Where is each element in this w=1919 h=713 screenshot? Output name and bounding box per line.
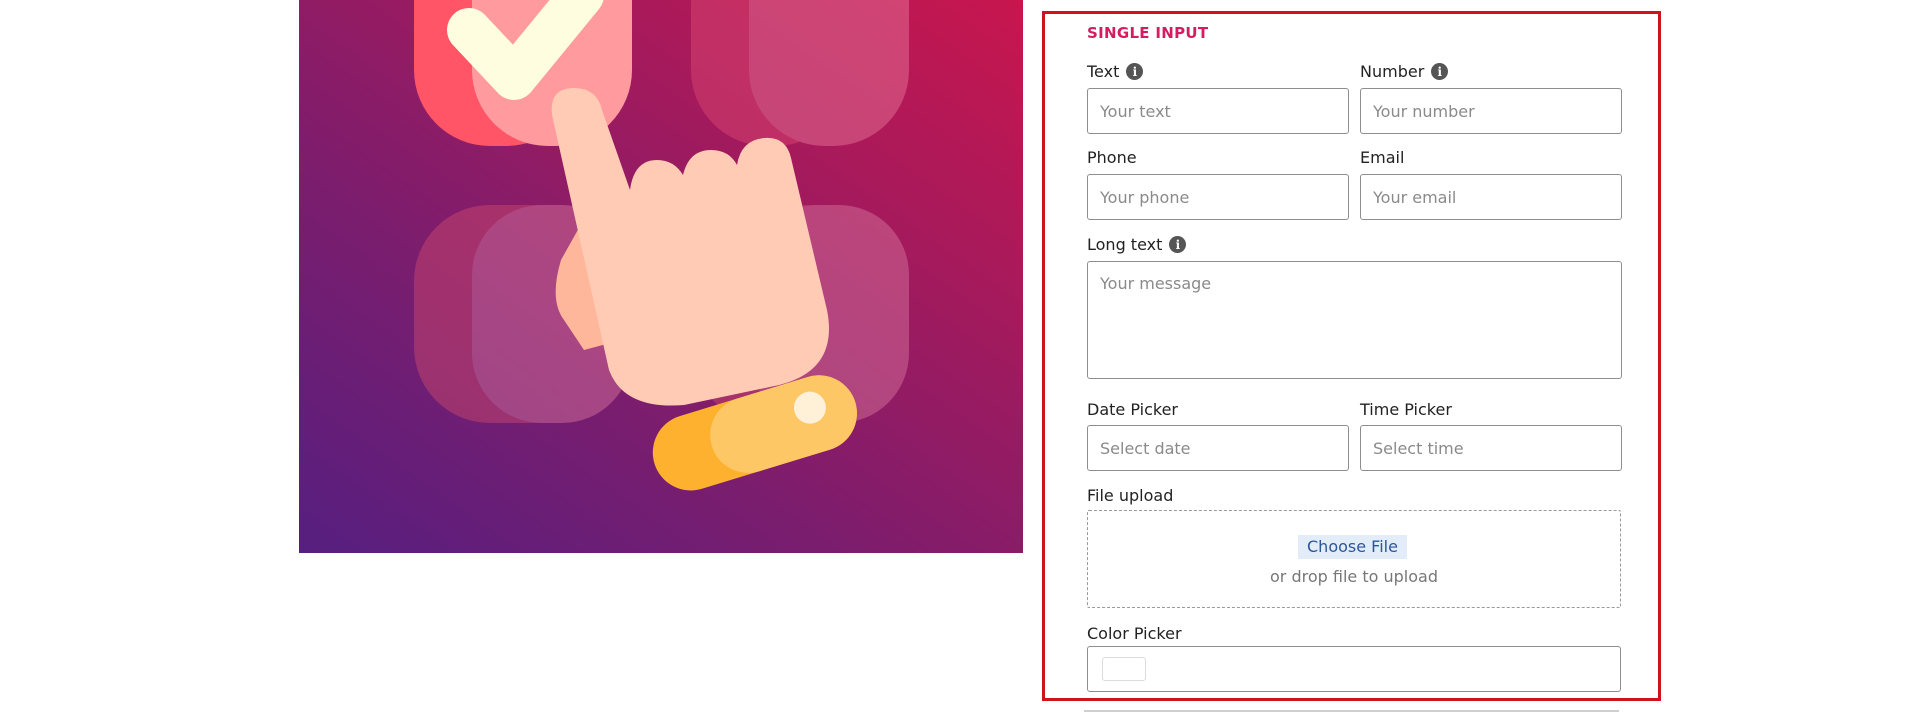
single-input-form: SINGLE INPUT Text i Number i Phone Email… bbox=[1042, 11, 1661, 701]
time-picker-label-text: Time Picker bbox=[1360, 400, 1452, 419]
hero-illustration bbox=[299, 0, 1023, 553]
next-field-edge bbox=[1084, 710, 1619, 712]
info-icon[interactable]: i bbox=[1169, 236, 1187, 253]
text-label: Text i bbox=[1087, 62, 1144, 81]
color-swatch[interactable] bbox=[1102, 657, 1146, 681]
text-label-text: Text bbox=[1087, 62, 1120, 81]
phone-label: Phone bbox=[1087, 148, 1137, 167]
number-label: Number i bbox=[1360, 62, 1449, 81]
choose-file-button[interactable]: Choose File bbox=[1298, 535, 1407, 559]
number-input[interactable] bbox=[1360, 88, 1622, 134]
file-upload-label-text: File upload bbox=[1087, 486, 1174, 505]
date-picker-label-text: Date Picker bbox=[1087, 400, 1178, 419]
color-picker-label: Color Picker bbox=[1087, 624, 1182, 643]
info-icon[interactable]: i bbox=[1431, 63, 1449, 80]
long-text-label-text: Long text bbox=[1087, 235, 1163, 254]
info-icon[interactable]: i bbox=[1126, 63, 1144, 80]
drop-hint: or drop file to upload bbox=[1270, 567, 1438, 586]
time-picker-input[interactable] bbox=[1360, 425, 1622, 471]
long-text-label: Long text i bbox=[1087, 235, 1187, 254]
hand-pressing-button-illustration bbox=[414, 0, 909, 491]
number-label-text: Number bbox=[1360, 62, 1425, 81]
color-picker-label-text: Color Picker bbox=[1087, 624, 1182, 643]
file-upload-label: File upload bbox=[1087, 486, 1173, 505]
section-title: SINGLE INPUT bbox=[1087, 24, 1209, 42]
phone-input[interactable] bbox=[1087, 174, 1349, 220]
tile-top-right bbox=[691, 0, 909, 146]
date-picker-input[interactable] bbox=[1087, 425, 1349, 471]
long-text-textarea[interactable] bbox=[1087, 261, 1622, 379]
text-input[interactable] bbox=[1087, 88, 1349, 134]
email-label: Email bbox=[1360, 148, 1404, 167]
email-input[interactable] bbox=[1360, 174, 1622, 220]
phone-label-text: Phone bbox=[1087, 148, 1137, 167]
time-picker-label: Time Picker bbox=[1360, 400, 1452, 419]
email-label-text: Email bbox=[1360, 148, 1405, 167]
date-picker-label: Date Picker bbox=[1087, 400, 1178, 419]
color-picker-field[interactable] bbox=[1087, 646, 1621, 692]
file-dropzone[interactable]: Choose File or drop file to upload bbox=[1087, 510, 1621, 608]
